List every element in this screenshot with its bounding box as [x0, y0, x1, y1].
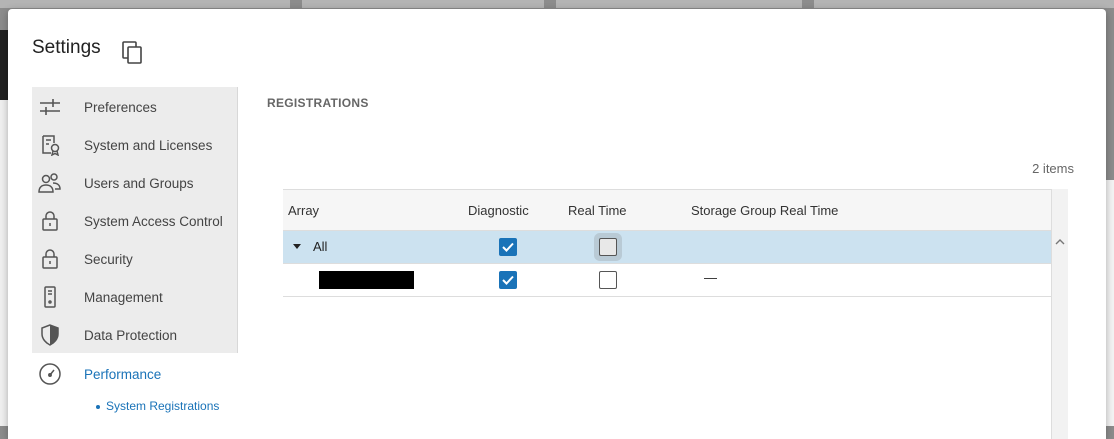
lock-icon — [38, 247, 62, 271]
sidebar-item-system-and-licenses[interactable]: System and Licenses — [32, 126, 237, 164]
sidebar-item-security[interactable]: Security — [32, 240, 237, 278]
sidebar-item-label: Users and Groups — [84, 175, 194, 191]
background-strip — [814, 0, 1114, 8]
background-image — [0, 30, 8, 100]
expand-caret-icon[interactable] — [292, 239, 302, 254]
sidebar-item-management[interactable]: Management — [32, 278, 237, 316]
dialog-title: Settings — [32, 37, 101, 58]
server-icon — [38, 285, 62, 309]
sidebar-item-system-access-control[interactable]: System Access Control — [32, 202, 237, 240]
sidebar-item-label: Performance — [84, 366, 162, 382]
lock-icon — [38, 209, 62, 233]
background-strip — [0, 0, 290, 8]
real-time-checkbox[interactable] — [599, 271, 617, 289]
table-header: Array Diagnostic Real Time Storage Group… — [283, 189, 1051, 231]
sidebar-item-label: Management — [84, 289, 163, 305]
item-count: 2 items — [1032, 161, 1074, 176]
sidebar-item-label: System and Licenses — [84, 137, 213, 153]
sidebar-subitem-system-registrations[interactable]: System Registrations — [96, 399, 219, 413]
column-header-array[interactable]: Array — [288, 203, 319, 218]
diagnostic-checkbox[interactable] — [499, 271, 517, 289]
section-title: REGISTRATIONS — [267, 96, 369, 110]
table-row[interactable]: All — [283, 231, 1051, 264]
gauge-icon — [38, 362, 62, 386]
sidebar-item-label: Preferences — [84, 99, 157, 115]
diagnostic-checkbox[interactable] — [499, 238, 517, 256]
bullet-icon — [96, 404, 100, 409]
scroll-up-icon[interactable] — [1055, 233, 1065, 251]
vertical-scrollbar[interactable] — [1051, 189, 1068, 439]
sidebar-item-label: System Access Control — [84, 213, 223, 229]
column-header-diagnostic[interactable]: Diagnostic — [468, 203, 529, 218]
sidebar-item-preferences[interactable]: Preferences — [32, 88, 237, 126]
real-time-checkbox[interactable] — [599, 238, 617, 256]
license-icon — [38, 133, 62, 157]
background-panel — [1106, 180, 1114, 426]
column-header-real-time[interactable]: Real Time — [568, 203, 627, 218]
column-header-storage-group-real-time[interactable]: Storage Group Real Time — [691, 203, 838, 218]
sidebar-subitem-label: System Registrations — [106, 399, 220, 413]
background-strip — [556, 0, 802, 8]
shield-icon — [38, 323, 62, 347]
table-row[interactable]: — — [283, 264, 1051, 297]
sidebar-item-performance[interactable]: Performance — [32, 355, 237, 393]
users-icon — [38, 171, 62, 195]
background-strip — [302, 0, 544, 8]
sidebar-item-label: Data Protection — [84, 327, 178, 343]
background-panel — [0, 100, 8, 426]
array-name: All — [313, 239, 328, 254]
sidebar-item-label: Security — [84, 251, 133, 267]
registrations-table: Array Diagnostic Real Time Storage Group… — [283, 189, 1068, 439]
sidebar-item-users-and-groups[interactable]: Users and Groups — [32, 164, 237, 202]
sidebar-item-data-protection[interactable]: Data Protection — [32, 316, 237, 354]
sliders-icon — [38, 95, 62, 119]
redacted-array-name — [319, 271, 414, 289]
settings-dialog: Settings Preferences System and Licenses… — [8, 9, 1106, 439]
copy-icon[interactable] — [122, 41, 144, 65]
storage-group-real-time-value: — — [704, 270, 717, 285]
